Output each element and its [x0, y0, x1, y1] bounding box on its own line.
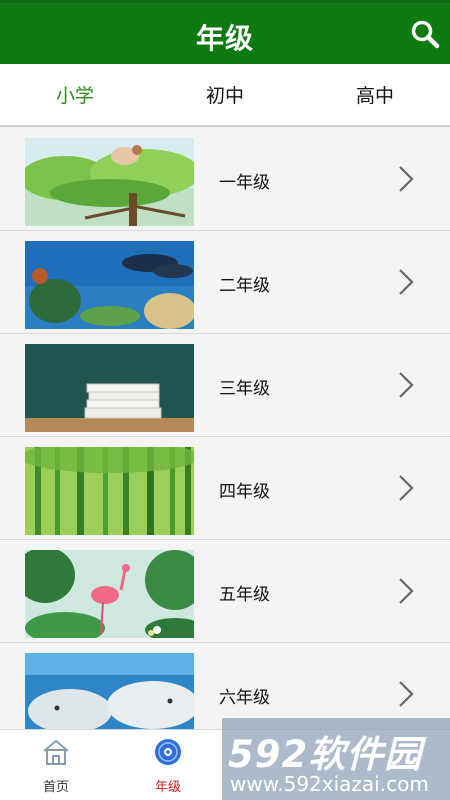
grade-row-5[interactable]: 五年级 [0, 540, 450, 643]
grade-row-4[interactable]: 四年级 [0, 437, 450, 540]
nav-grades[interactable]: 年级 [112, 730, 224, 800]
tab-senior-high[interactable]: 高中 [300, 64, 450, 125]
grade-thumbnail-flamingo [25, 550, 194, 638]
watermark-url: www.592xiazai.com [230, 772, 429, 796]
grade-thumbnail-books [25, 344, 194, 432]
disc-icon [155, 739, 181, 765]
watermark-logo-text: 592软件园 [228, 733, 423, 776]
tab-primary[interactable]: 小学 [0, 64, 150, 125]
grade-list: 一年级 二年级 三年级 四年级 五年级 六年级 [0, 128, 450, 729]
grade-label: 四年级 [219, 482, 270, 502]
chevron-right-icon [399, 166, 414, 192]
site-watermark: 592软件园 www.592xiazai.com [222, 718, 450, 800]
grade-label: 六年级 [219, 688, 270, 708]
nav-grades-label: 年级 [154, 780, 181, 795]
search-icon[interactable] [410, 19, 440, 49]
home-icon [43, 739, 69, 765]
grade-label: 一年级 [219, 173, 270, 193]
nav-home[interactable]: 首页 [0, 730, 112, 800]
chevron-right-icon [399, 578, 414, 604]
grade-label: 三年级 [219, 379, 270, 399]
level-tabs: 小学 初中 高中 [0, 64, 450, 127]
chevron-right-icon [399, 681, 414, 707]
app-header: 年级 [0, 0, 450, 64]
chevron-right-icon [399, 372, 414, 398]
grade-thumbnail-bamboo [25, 447, 194, 535]
chevron-right-icon [399, 475, 414, 501]
grade-label: 二年级 [219, 276, 270, 296]
grade-row-2[interactable]: 二年级 [0, 231, 450, 334]
chevron-right-icon [399, 269, 414, 295]
nav-home-label: 首页 [42, 780, 69, 795]
page-title: 年级 [195, 22, 254, 55]
grade-row-6[interactable]: 六年级 [0, 643, 450, 729]
tab-junior-high[interactable]: 初中 [150, 64, 300, 125]
grade-row-3[interactable]: 三年级 [0, 334, 450, 437]
grade-thumbnail-dolphins [25, 241, 194, 329]
grade-thumbnail-tree [25, 138, 194, 226]
grade-row-1[interactable]: 一年级 [0, 128, 450, 231]
grade-label: 五年级 [219, 585, 270, 605]
grade-thumbnail-belugas [25, 653, 194, 729]
